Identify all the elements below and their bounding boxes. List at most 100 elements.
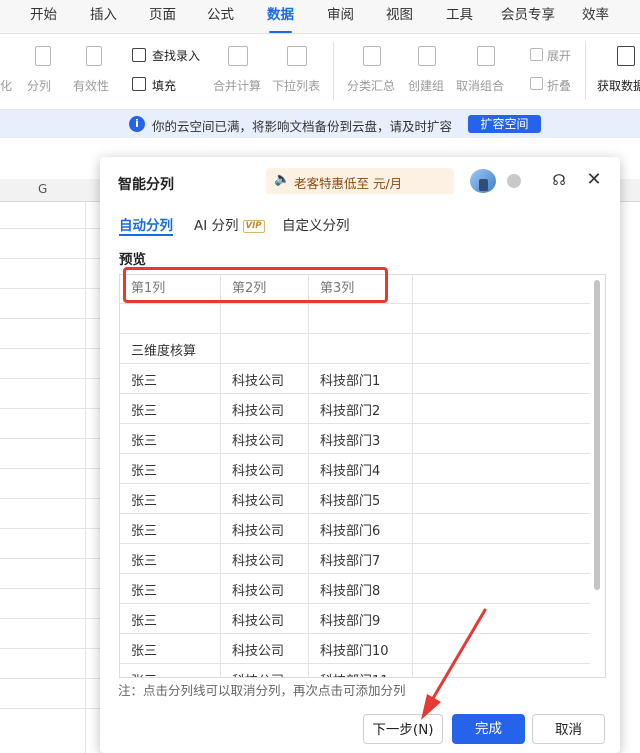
dropdown-list-button[interactable]: 下拉列表 bbox=[272, 77, 320, 94]
preview-cell: 张三 bbox=[131, 670, 157, 677]
validity-icon bbox=[86, 46, 102, 66]
menu-tab-bar: 开始 插入 页面 公式 数据 审阅 视图 工具 会员专享 效率 bbox=[0, 0, 640, 34]
create-group-icon bbox=[418, 46, 436, 66]
promo-text: 老客特惠低至 元/月 bbox=[294, 176, 403, 191]
fill-button[interactable]: 填充 bbox=[152, 77, 176, 94]
merge-calc-button[interactable]: 合并计算 bbox=[213, 77, 261, 94]
avatar[interactable] bbox=[470, 169, 496, 193]
row-divider bbox=[120, 453, 590, 454]
tab-start[interactable]: 开始 bbox=[30, 0, 57, 33]
split-line[interactable] bbox=[308, 275, 309, 677]
preview-cell: 科技公司 bbox=[232, 584, 285, 599]
preview-cell: 科技部门10 bbox=[320, 644, 389, 659]
ribbon-toolbar: 化 分列 有效性 查找录入 填充 合并计算 下拉列表 分类汇总 创建组 取消组合… bbox=[0, 34, 640, 110]
row-divider bbox=[120, 423, 590, 424]
row-divider bbox=[120, 303, 590, 304]
tab-view[interactable]: 视图 bbox=[386, 0, 413, 33]
tab-custom-split[interactable]: 自定义分列 bbox=[282, 214, 350, 234]
preview-cell: 科技部门9 bbox=[320, 614, 381, 629]
preview-grid[interactable]: 第1列 第2列 第3列 三维度核算 张三 科技公司 科技部门1 张三 科技公司 … bbox=[119, 274, 606, 678]
preview-cell: 科技部门8 bbox=[320, 584, 381, 599]
tab-insert[interactable]: 插入 bbox=[90, 0, 117, 33]
tab-review[interactable]: 审阅 bbox=[327, 0, 354, 33]
tab-member[interactable]: 会员专享 bbox=[501, 0, 555, 33]
tab-ai-split[interactable]: AI 分列 VIP bbox=[194, 214, 265, 234]
promo-banner[interactable]: 🔈 老客特惠低至 元/月 bbox=[266, 168, 454, 194]
row-divider bbox=[120, 513, 590, 514]
merge-calc-icon bbox=[228, 46, 248, 66]
preview-cell: 科技公司 bbox=[232, 554, 285, 569]
collapse-icon bbox=[530, 77, 543, 90]
finish-button[interactable]: 完成 bbox=[452, 714, 525, 744]
column-header[interactable] bbox=[620, 179, 640, 202]
headset-icon[interactable]: ☊ bbox=[550, 171, 568, 189]
expand-icon bbox=[530, 48, 543, 61]
split-button[interactable]: 分列 bbox=[27, 77, 51, 94]
preview-cell: 张三 bbox=[131, 584, 158, 599]
tab-data[interactable]: 数据 bbox=[267, 0, 294, 33]
vip-badge: VIP bbox=[242, 219, 265, 233]
tab-page[interactable]: 页面 bbox=[149, 0, 176, 33]
split-hint-note: 注：点击分列线可以取消分列，再次点击可添加分列 bbox=[118, 683, 406, 698]
close-icon[interactable]: ✕ bbox=[585, 170, 603, 190]
split-icon bbox=[35, 46, 51, 66]
row-divider bbox=[120, 573, 590, 574]
tab-auto-split[interactable]: 自动分列 bbox=[119, 214, 173, 234]
row-divider bbox=[120, 363, 590, 364]
preview-cell: 科技公司 bbox=[232, 614, 285, 629]
subtotal-button[interactable]: 分类汇总 bbox=[347, 77, 395, 94]
tab-efficiency[interactable]: 效率 bbox=[582, 0, 609, 33]
preview-cell: 科技部门11 bbox=[320, 670, 389, 677]
cancel-button[interactable]: 取消 bbox=[532, 714, 605, 744]
preview-cell: 科技部门2 bbox=[320, 404, 381, 419]
row-divider bbox=[120, 633, 590, 634]
row-divider bbox=[120, 603, 590, 604]
preview-cell: 科技公司 bbox=[232, 434, 285, 449]
expand-button[interactable]: 展开 bbox=[547, 47, 571, 64]
subtotal-icon bbox=[363, 46, 381, 66]
preview-cell: 科技公司 bbox=[232, 524, 285, 539]
speaker-icon: 🔈 bbox=[274, 172, 291, 187]
preview-cell: 科技公司 bbox=[232, 374, 285, 389]
dialog-title: 智能分列 bbox=[118, 177, 174, 193]
get-data-button[interactable]: 获取数据 bbox=[597, 77, 640, 94]
preview-cell: 科技部门1 bbox=[320, 374, 381, 389]
preview-cell: 张三 bbox=[131, 644, 158, 659]
info-icon: i bbox=[129, 116, 145, 132]
preview-cell: 张三 bbox=[131, 614, 158, 629]
status-icon[interactable] bbox=[507, 174, 521, 188]
preview-cell: 张三 bbox=[131, 554, 158, 569]
row-divider bbox=[120, 333, 590, 334]
preview-cell: 张三 bbox=[131, 524, 158, 539]
ribbon-cut-label[interactable]: 化 bbox=[0, 77, 12, 94]
preview-cell: 科技公司 bbox=[232, 494, 285, 509]
gridline bbox=[85, 201, 86, 753]
dropdown-list-icon bbox=[287, 46, 307, 66]
preview-cell: 科技公司 bbox=[232, 644, 285, 659]
active-tab-indicator bbox=[119, 234, 173, 236]
create-group-button[interactable]: 创建组 bbox=[408, 77, 444, 94]
next-step-button[interactable]: 下一步(N) bbox=[363, 714, 443, 744]
expand-space-button[interactable]: 扩容空间 bbox=[468, 115, 541, 133]
tab-formula[interactable]: 公式 bbox=[207, 0, 234, 33]
preview-cell: 科技部门6 bbox=[320, 524, 381, 539]
row-divider bbox=[120, 483, 590, 484]
collapse-button[interactable]: 折叠 bbox=[547, 77, 571, 94]
split-line[interactable] bbox=[412, 275, 413, 677]
notice-text: 你的云空间已满，将影响文档备份到云盘，请及时扩容 bbox=[152, 119, 453, 134]
find-entry-button[interactable]: 查找录入 bbox=[152, 47, 200, 64]
preview-cell: 科技公司 bbox=[232, 464, 285, 479]
preview-cell: 科技部门3 bbox=[320, 434, 381, 449]
get-data-icon bbox=[617, 46, 635, 66]
highlight-box bbox=[123, 267, 388, 303]
column-header-g[interactable]: G bbox=[38, 182, 47, 196]
row-divider bbox=[120, 663, 590, 664]
split-line[interactable] bbox=[220, 275, 221, 677]
smart-split-dialog: 智能分列 🔈 老客特惠低至 元/月 ☊ ✕ 自动分列 AI 分列 VIP 自定义分… bbox=[100, 157, 620, 753]
ungroup-button[interactable]: 取消组合 bbox=[456, 77, 504, 94]
validity-button[interactable]: 有效性 bbox=[73, 77, 109, 94]
preview-scrollbar[interactable] bbox=[594, 280, 600, 590]
tab-tools[interactable]: 工具 bbox=[446, 0, 473, 33]
column-header[interactable] bbox=[0, 179, 100, 202]
ribbon-divider bbox=[585, 42, 586, 100]
